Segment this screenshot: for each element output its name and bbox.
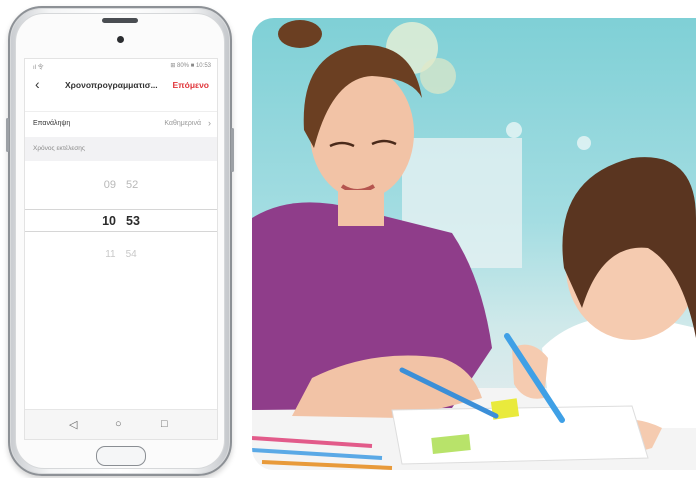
front-camera: [117, 36, 124, 43]
chevron-left-icon[interactable]: ‹: [35, 76, 40, 92]
photo-illustration: [252, 20, 696, 470]
picker-row-below[interactable]: 11 54: [25, 249, 217, 260]
system-nav-bar: ◁ ○ □: [25, 409, 217, 439]
minute-value: 52: [126, 179, 139, 191]
phone-device: ıl 令 ⊞ 80% ■ 10:53 ‹ Χρονοπρογραμματισ..…: [6, 6, 234, 476]
section-label: Χρόνος εκτέλεσης: [33, 145, 85, 152]
minute-value: 54: [125, 249, 137, 260]
nav-bar: ‹ Χρονοπρογραμματισ... Επόμενο: [25, 73, 217, 97]
flower-blur: [420, 58, 456, 94]
nav-home-icon[interactable]: ○: [115, 418, 122, 430]
empty-area: [25, 281, 217, 409]
picker-divider: [25, 209, 217, 210]
picker-row-above[interactable]: 09 52: [25, 179, 217, 191]
signal-indicator: ıl 令: [33, 65, 44, 71]
hour-value: 09: [103, 179, 116, 191]
volume-button: [6, 118, 9, 152]
picker-row-selected[interactable]: 10 53: [25, 214, 217, 228]
page-title: Χρονοπρογραμματισ...: [65, 80, 158, 90]
home-button[interactable]: [96, 446, 146, 466]
repeat-value: Καθημερινά: [164, 120, 201, 127]
battery-clock: ⊞ 80% ■ 10:53: [170, 63, 211, 69]
picker-divider: [25, 231, 217, 232]
lifestyle-photo: [252, 18, 696, 470]
hour-value: 11: [105, 249, 116, 260]
bokeh-dot: [506, 122, 522, 138]
repeat-row[interactable]: Επανάληψη Καθημερινά ›: [25, 111, 217, 139]
chevron-right-icon: ›: [208, 118, 211, 128]
status-bar: ıl 令 ⊞ 80% ■ 10:53: [25, 59, 217, 73]
app-screen: ıl 令 ⊞ 80% ■ 10:53 ‹ Χρονοπρογραμματισ..…: [24, 58, 218, 440]
drawing-paper: [391, 405, 649, 465]
power-button: [231, 128, 234, 172]
nav-back-icon[interactable]: ◁: [69, 418, 77, 431]
repeat-label: Επανάληψη: [33, 120, 71, 127]
next-button[interactable]: Επόμενο: [172, 80, 209, 90]
bokeh-dot: [577, 136, 591, 150]
nav-recents-icon[interactable]: □: [161, 418, 168, 430]
minute-value: 53: [126, 214, 140, 228]
earpiece-speaker: [102, 18, 138, 23]
hour-value: 10: [102, 214, 116, 228]
woman-neck: [338, 190, 384, 226]
hair-bun: [278, 20, 322, 48]
